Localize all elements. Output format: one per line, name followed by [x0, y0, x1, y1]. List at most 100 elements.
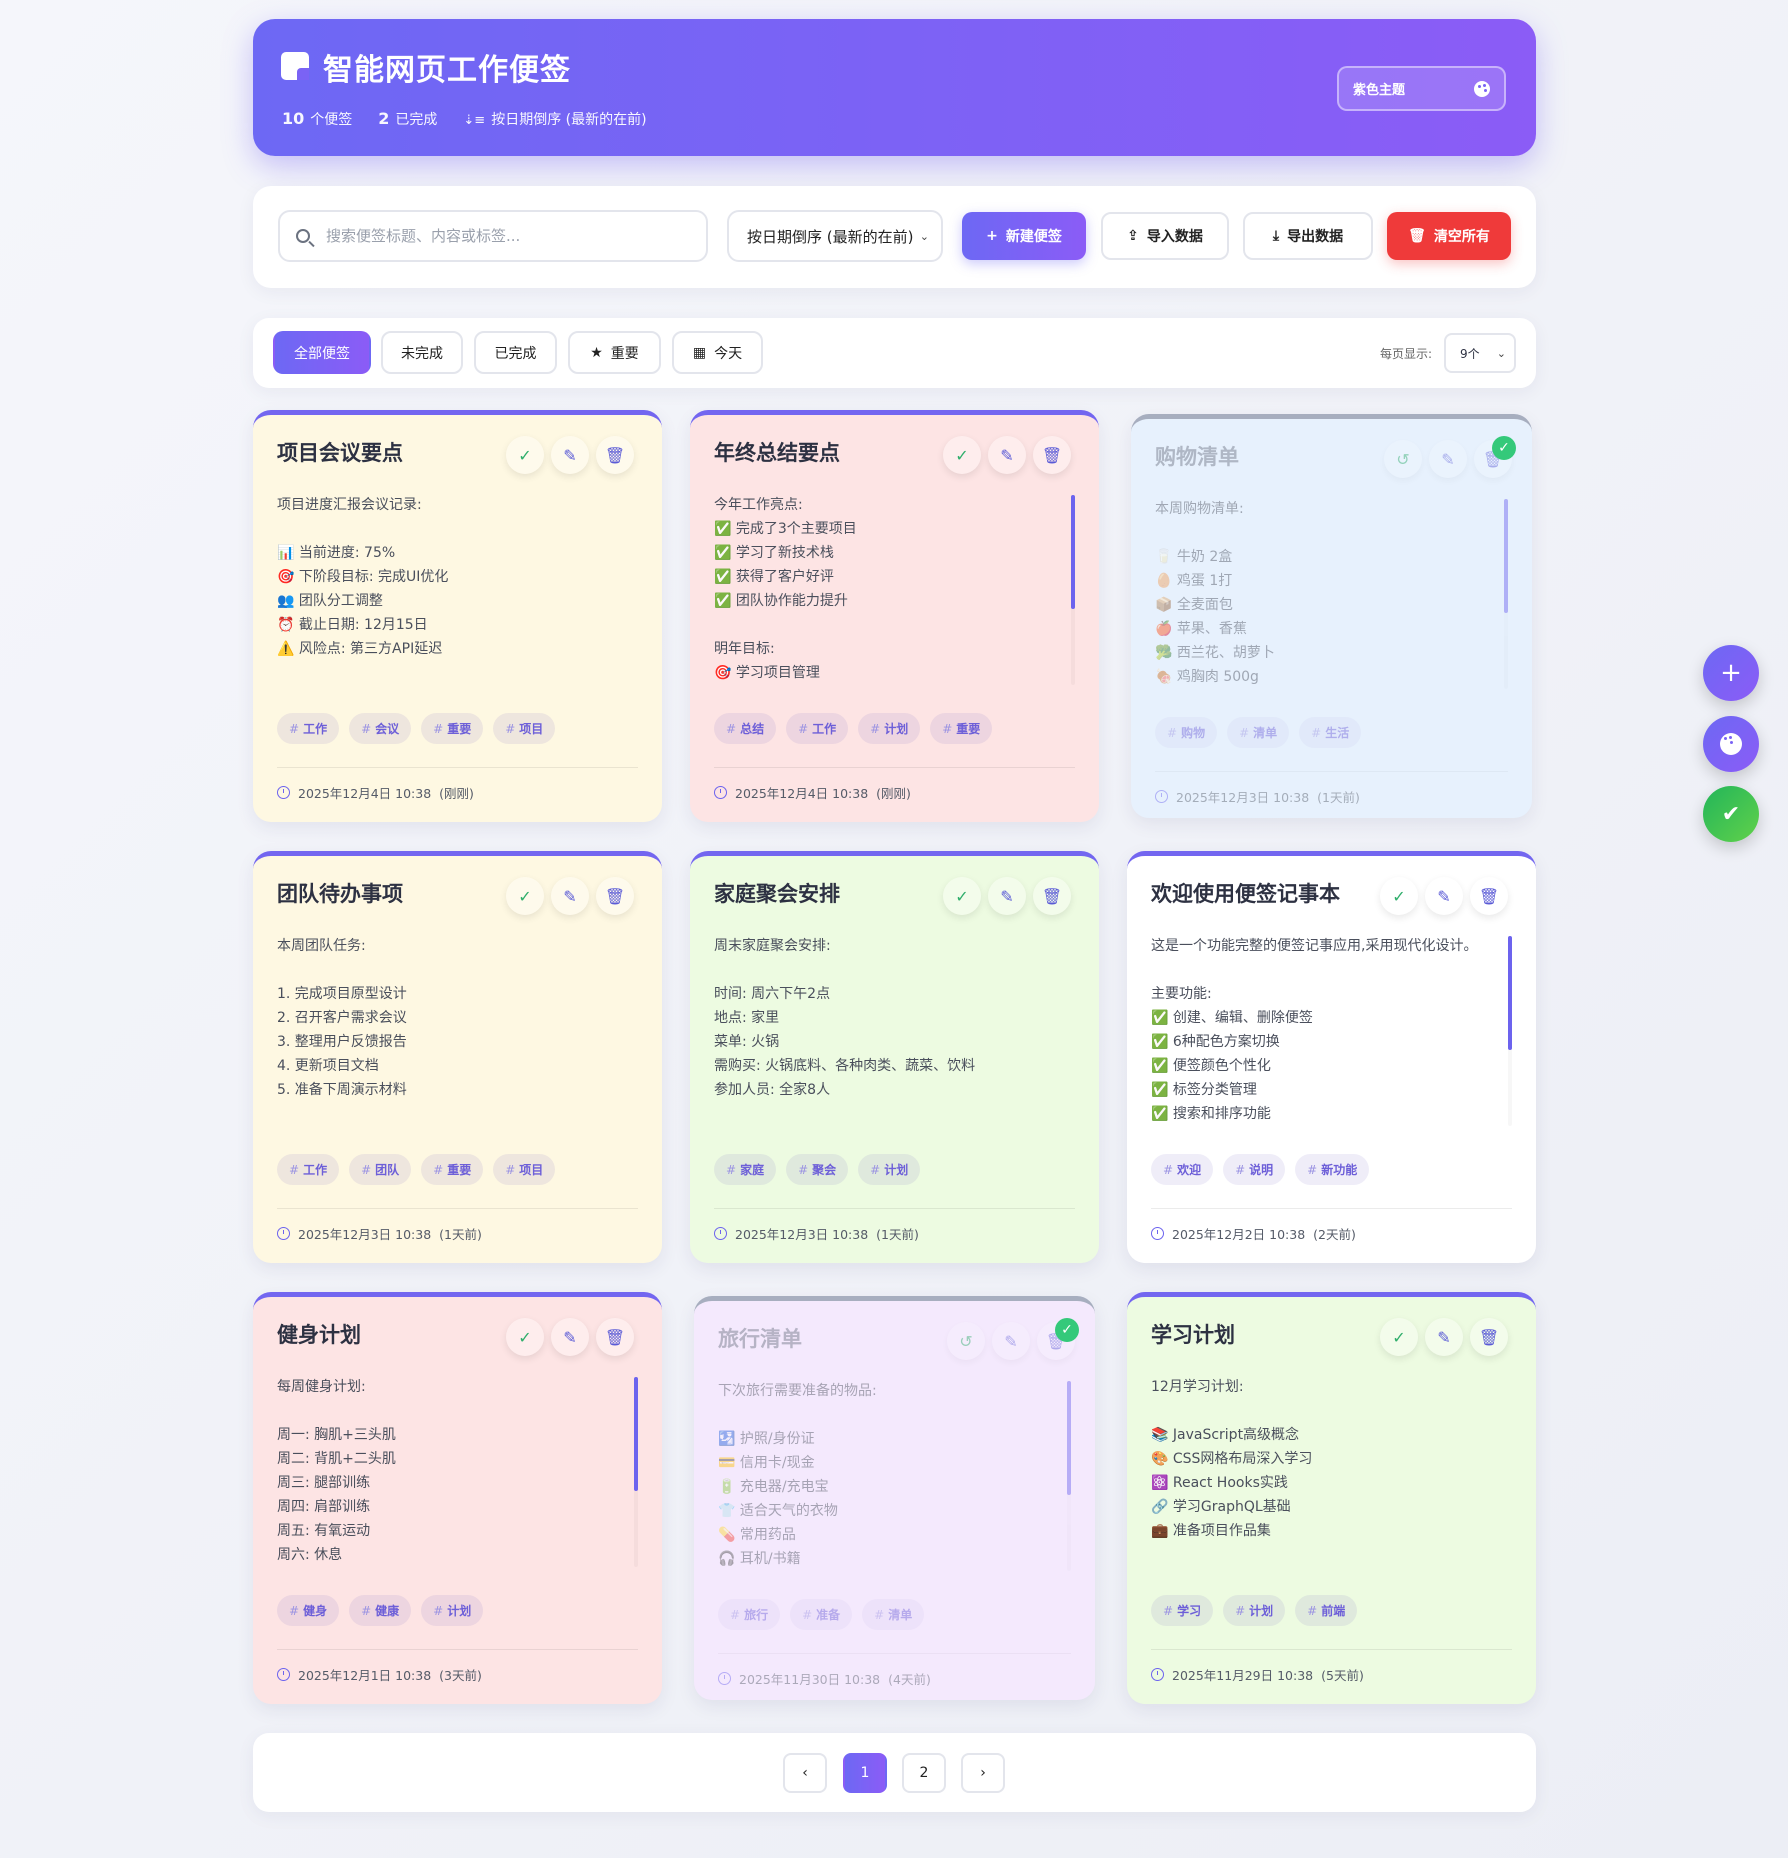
note-body: 本周购物清单: 🥛 牛奶 2盒 🥚 鸡蛋 1打 📦 全麦面包 🍎 苹果、香蕉 🥦…: [1155, 501, 1275, 685]
edit-button[interactable]: ✎: [551, 436, 589, 474]
filter-all[interactable]: 全部便签: [273, 331, 371, 374]
note-tag[interactable]: # 工作: [786, 713, 849, 744]
note-tag[interactable]: # 清单: [1227, 717, 1290, 748]
note-tag[interactable]: # 项目: [493, 713, 556, 744]
undo-button[interactable]: ↺: [947, 1322, 985, 1360]
note-tag[interactable]: # 前端: [1295, 1595, 1358, 1626]
note-tag[interactable]: # 健康: [349, 1595, 412, 1626]
delete-button[interactable]: 🗑: [1470, 1318, 1508, 1356]
delete-button[interactable]: 🗑: [1033, 877, 1071, 915]
clear-all-button[interactable]: 🗑 清空所有: [1387, 212, 1511, 260]
edit-button[interactable]: ✎: [988, 436, 1026, 474]
note-tag[interactable]: # 新功能: [1295, 1154, 1370, 1185]
next-page-button[interactable]: ›: [961, 1753, 1005, 1793]
edit-button[interactable]: ✎: [551, 1318, 589, 1356]
theme-selector[interactable]: 紫色主题: [1337, 66, 1506, 111]
note-card[interactable]: 旅行清单 ↺ ✎ 🗑 下次旅行需要准备的物品: 🛂 护照/身份证 💳 信用卡/现金 🔋 …: [694, 1296, 1095, 1700]
note-tag[interactable]: # 学习: [1151, 1595, 1214, 1626]
delete-button[interactable]: 🗑: [596, 436, 634, 474]
delete-button[interactable]: 🗑: [596, 1318, 634, 1356]
note-tag[interactable]: # 购物: [1155, 717, 1218, 748]
complete-button[interactable]: ✓: [506, 436, 544, 474]
edit-button[interactable]: ✎: [988, 877, 1026, 915]
filter-important[interactable]: ★ 重要: [568, 331, 661, 374]
note-card[interactable]: 项目会议要点 ✓ ✎ 🗑 项目进度汇报会议记录: 📊 当前进度: 75% 🎯 下阶段目标…: [253, 410, 662, 822]
note-card[interactable]: 团队待办事项 ✓ ✎ 🗑 本周团队任务: 1. 完成项目原型设计 2. 召开客户需求会议…: [253, 851, 662, 1263]
note-tag[interactable]: # 重要: [930, 713, 993, 744]
note-tag[interactable]: # 健身: [277, 1595, 340, 1626]
note-tag[interactable]: # 说明: [1223, 1154, 1286, 1185]
note-tag[interactable]: # 计划: [421, 1595, 484, 1626]
fab-complete-button[interactable]: ✔: [1703, 786, 1759, 842]
export-button[interactable]: ⤓ 导出数据: [1243, 212, 1373, 260]
complete-button[interactable]: ✓: [1380, 1318, 1418, 1356]
stat-done-label: 已完成: [395, 112, 438, 128]
edit-button[interactable]: ✎: [1429, 440, 1467, 478]
edit-button[interactable]: ✎: [992, 1322, 1030, 1360]
note-tag[interactable]: # 总结: [714, 713, 777, 744]
note-tag[interactable]: # 会议: [349, 713, 412, 744]
fab-add-note-button[interactable]: +: [1703, 645, 1759, 701]
divider: [277, 1208, 638, 1209]
note-scrollbar[interactable]: [1504, 499, 1508, 689]
note-scrollbar[interactable]: [1067, 1381, 1071, 1571]
tag-label: 工作: [303, 722, 328, 736]
edit-button[interactable]: ✎: [1425, 877, 1463, 915]
search-input[interactable]: [326, 227, 686, 245]
edit-button[interactable]: ✎: [1425, 1318, 1463, 1356]
note-tag[interactable]: # 工作: [277, 1154, 340, 1185]
delete-button[interactable]: 🗑: [1470, 877, 1508, 915]
note-footer: 2025年11月30日 10:38 (4天前): [718, 1669, 931, 1688]
delete-button[interactable]: 🗑: [1033, 436, 1071, 474]
note-scrollbar[interactable]: [634, 1377, 638, 1567]
note-scrollbar[interactable]: [1071, 495, 1075, 685]
import-button[interactable]: ⇪ 导入数据: [1101, 212, 1229, 260]
fab-theme-button[interactable]: [1703, 716, 1759, 772]
note-card[interactable]: 学习计划 ✓ ✎ 🗑 12月学习计划: 📚 JavaScript高级概念 🎨 CSS网格…: [1127, 1292, 1536, 1704]
note-tag[interactable]: # 项目: [493, 1154, 556, 1185]
complete-button[interactable]: ✓: [506, 877, 544, 915]
complete-button[interactable]: ✓: [1380, 877, 1418, 915]
filter-done[interactable]: 已完成: [474, 331, 557, 374]
hash-icon: #: [433, 1603, 444, 1618]
filter-pending[interactable]: 未完成: [381, 331, 463, 374]
hash-icon: #: [1307, 1162, 1318, 1177]
prev-page-button[interactable]: ‹: [783, 1753, 827, 1793]
edit-button[interactable]: ✎: [551, 877, 589, 915]
complete-button[interactable]: ✓: [943, 877, 981, 915]
note-card[interactable]: 家庭聚会安排 ✓ ✎ 🗑 周末家庭聚会安排: 时间: 周六下午2点 地点: 家里 菜单:…: [690, 851, 1099, 1263]
complete-button[interactable]: ✓: [506, 1318, 544, 1356]
note-card[interactable]: 健身计划 ✓ ✎ 🗑 每周健身计划: 周一: 胸肌+三头肌 周二: 背肌+二头肌 周三:…: [253, 1292, 662, 1704]
note-tag[interactable]: # 生活: [1299, 717, 1362, 748]
delete-button[interactable]: 🗑: [596, 877, 634, 915]
note-tag[interactable]: # 计划: [858, 713, 921, 744]
note-tag[interactable]: # 聚会: [786, 1154, 849, 1185]
page-button-1[interactable]: 1: [843, 1753, 887, 1793]
note-scrollbar[interactable]: [1508, 936, 1512, 1126]
note-tag[interactable]: # 团队: [349, 1154, 412, 1185]
complete-button[interactable]: ✓: [943, 436, 981, 474]
note-tags: # 家庭 # 聚会 # 计划: [714, 1154, 921, 1185]
note-card[interactable]: 欢迎使用便签记事本 ✓ ✎ 🗑 这是一个功能完整的便签记事应用,采用现代化设计。 主要功…: [1127, 851, 1536, 1263]
note-tag[interactable]: # 清单: [862, 1599, 925, 1630]
note-tag[interactable]: # 欢迎: [1151, 1154, 1214, 1185]
note-tag[interactable]: # 计划: [1223, 1595, 1286, 1626]
note-tag[interactable]: # 准备: [790, 1599, 853, 1630]
undo-button[interactable]: ↺: [1384, 440, 1422, 478]
edit-icon: ✎: [1004, 1331, 1018, 1351]
clear-all-label: 清空所有: [1433, 229, 1490, 245]
per-page-select[interactable]: 9个 ⌄: [1444, 333, 1516, 373]
note-card[interactable]: 购物清单 ↺ ✎ 🗑 本周购物清单: 🥛 牛奶 2盒 🥚 鸡蛋 1打 📦 全麦面包 🍎 …: [1131, 414, 1532, 818]
stat-total-label: 个便签: [310, 112, 353, 128]
note-tag[interactable]: # 重要: [421, 713, 484, 744]
new-note-button[interactable]: + 新建便签: [962, 212, 1086, 260]
note-tag[interactable]: # 重要: [421, 1154, 484, 1185]
note-tag[interactable]: # 计划: [858, 1154, 921, 1185]
sort-select[interactable]: 按日期倒序 (最新的在前) ⌄: [727, 210, 943, 262]
note-card[interactable]: 年终总结要点 ✓ ✎ 🗑 今年工作亮点: ✅ 完成了3个主要项目 ✅ 学习了新技术栈 ✅…: [690, 410, 1099, 822]
note-tag[interactable]: # 旅行: [718, 1599, 781, 1630]
note-tag[interactable]: # 工作: [277, 713, 340, 744]
filter-today[interactable]: ▦ 今天: [672, 331, 763, 374]
note-tag[interactable]: # 家庭: [714, 1154, 777, 1185]
page-button-2[interactable]: 2: [902, 1753, 946, 1793]
